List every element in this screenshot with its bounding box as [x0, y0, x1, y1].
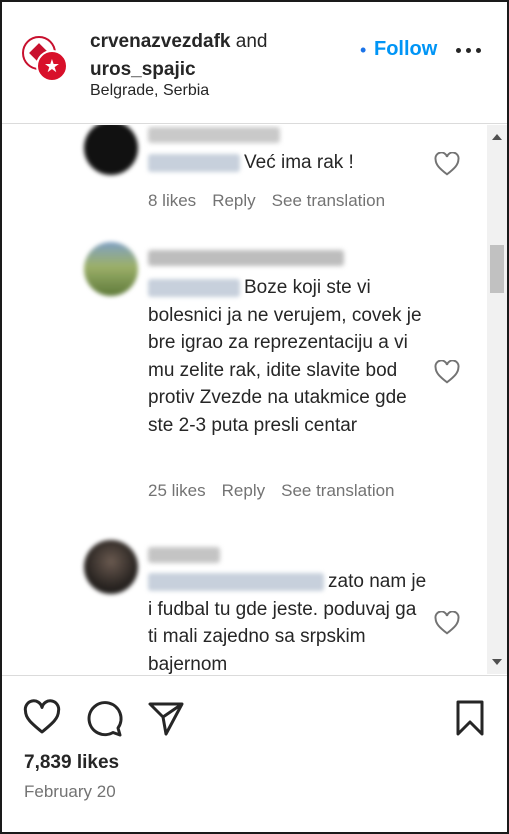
club-logo-avatar: [36, 50, 68, 82]
scrollbar-thumb[interactable]: [490, 245, 504, 293]
see-translation-link[interactable]: See translation: [281, 481, 394, 500]
comment-meta: 8 likes Reply See translation: [148, 191, 401, 211]
reply-link[interactable]: Reply: [212, 191, 255, 210]
commenter-username-blurred[interactable]: [148, 250, 344, 266]
comment-likes[interactable]: 25 likes: [148, 481, 206, 500]
comment-text: zato nam je i fudbal tu gde jeste. poduv…: [148, 571, 427, 674]
reply-link[interactable]: Reply: [222, 481, 265, 500]
like-comment-heart-icon[interactable]: [434, 610, 460, 635]
commenter-username-blurred[interactable]: [148, 127, 280, 143]
post-location[interactable]: Belgrade, Serbia: [90, 82, 209, 100]
post-header: crvenazvezdafk and uros_spajic Belgrade,…: [2, 2, 507, 124]
comment-text: Boze koji ste vi bolesnici ja ne verujem…: [148, 277, 422, 436]
comment-text: Već ima rak !: [148, 149, 428, 177]
like-comment-heart-icon[interactable]: [434, 151, 460, 176]
comment-likes[interactable]: 8 likes: [148, 191, 196, 210]
commenter-avatar[interactable]: [84, 540, 138, 594]
post-date[interactable]: February 20: [24, 782, 116, 802]
collaborator-username[interactable]: uros_spajic: [90, 59, 196, 80]
and-connector: and: [235, 31, 268, 52]
commenter-username-blurred[interactable]: [148, 547, 220, 563]
owner-avatars[interactable]: [22, 36, 68, 82]
post-owners: crvenazvezdafk and uros_spajic: [90, 28, 267, 84]
comments-list[interactable]: Već ima rak ! 8 likes Reply See translatio…: [2, 125, 507, 674]
more-icon[interactable]: [454, 48, 484, 56]
like-comment-heart-icon[interactable]: [434, 359, 460, 384]
separator-dot: •: [360, 40, 367, 60]
save-bookmark-icon[interactable]: [450, 698, 490, 738]
owner-username[interactable]: crvenazvezdafk: [90, 31, 230, 52]
scroll-down-arrow-icon[interactable]: [492, 659, 502, 665]
share-send-icon[interactable]: [146, 698, 186, 738]
comments-scrollbar[interactable]: [487, 125, 507, 674]
scroll-up-arrow-icon[interactable]: [492, 134, 502, 140]
follow-button[interactable]: Follow: [374, 38, 437, 61]
comment-meta: 25 likes Reply See translation: [148, 481, 411, 501]
post-actions-footer: 7,839 likes February 20: [2, 675, 507, 832]
post-likes-count[interactable]: 7,839 likes: [24, 752, 119, 774]
see-translation-link[interactable]: See translation: [272, 191, 385, 210]
comment-bubble-icon[interactable]: [84, 698, 124, 738]
commenter-avatar[interactable]: [84, 242, 138, 296]
post-window: crvenazvezdafk and uros_spajic Belgrade,…: [0, 0, 509, 834]
like-heart-icon[interactable]: [22, 698, 62, 738]
mention-blurred[interactable]: [148, 278, 240, 297]
mention-blurred[interactable]: [148, 572, 324, 591]
commenter-avatar[interactable]: [84, 125, 138, 175]
mention-blurred[interactable]: [148, 153, 240, 172]
